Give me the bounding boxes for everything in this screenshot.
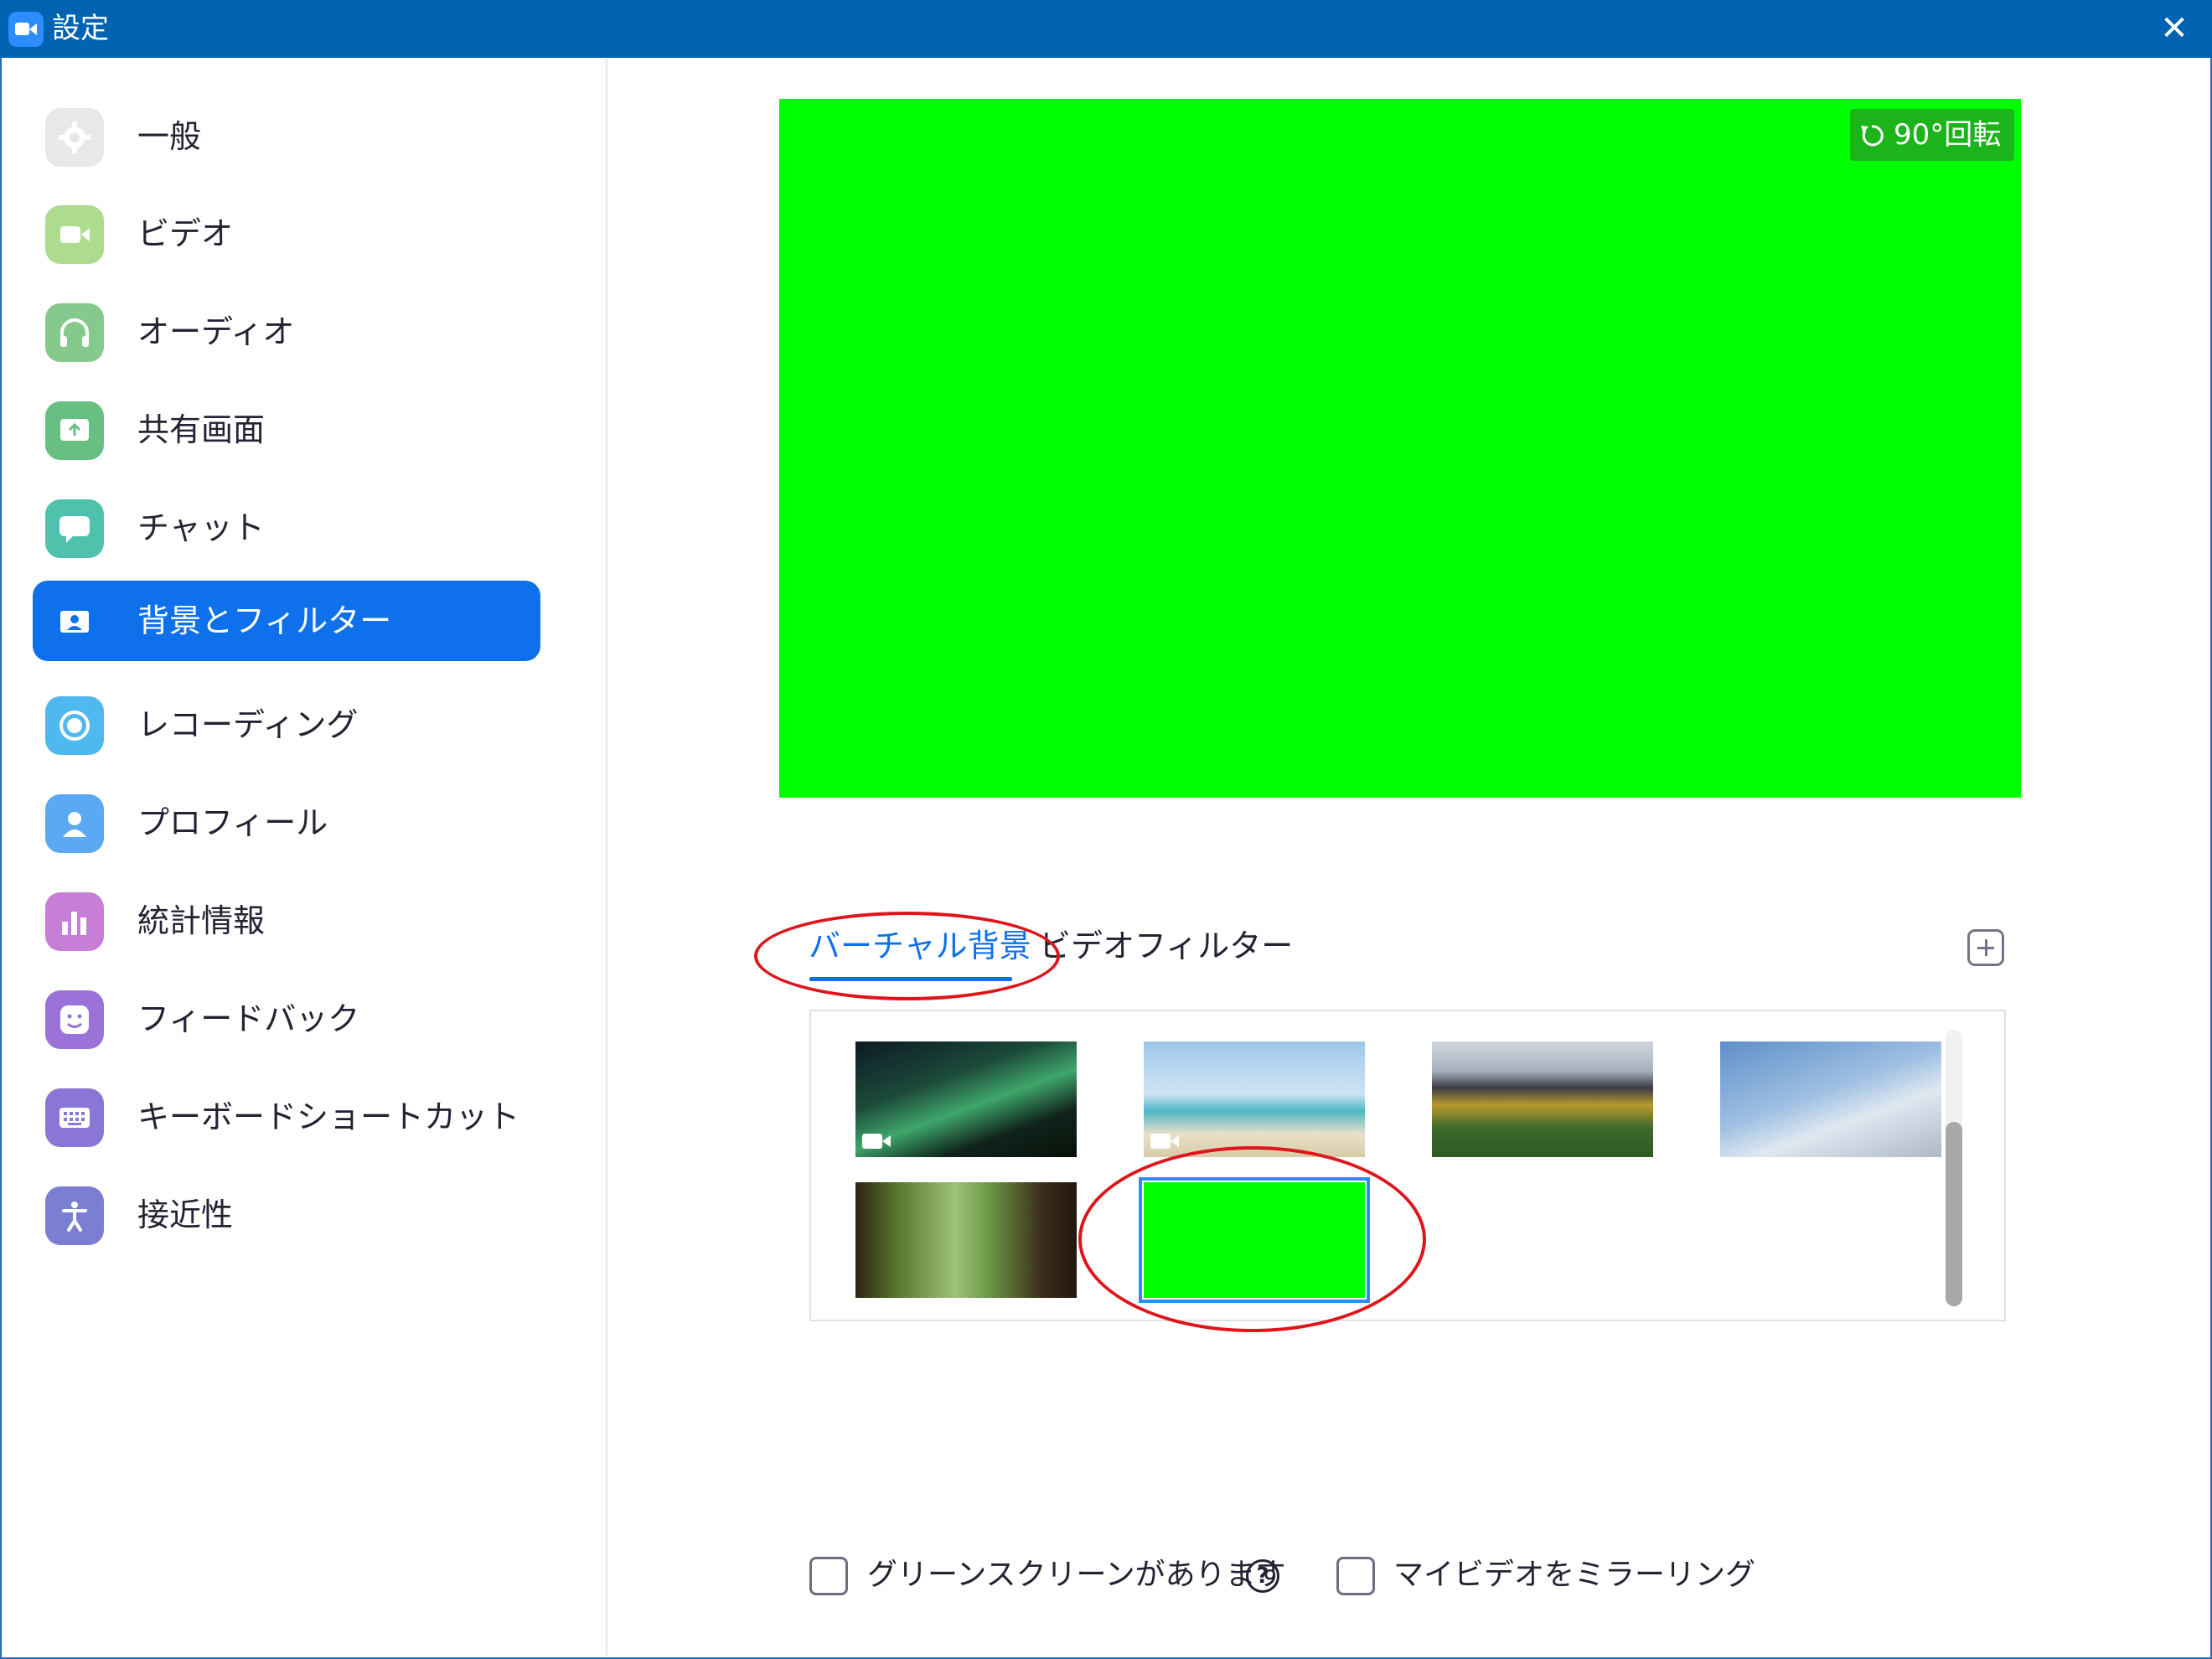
record-icon: [45, 696, 104, 755]
annotation-ellipse-tab: [754, 912, 1060, 1000]
thumbnail-aurora[interactable]: [855, 1041, 1077, 1157]
settings-sidebar: 一般 ビデオ オーディオ 共有画面 チャット 背景とフィルター レコーディング …: [2, 58, 607, 1656]
sidebar-item-label: フィードバック: [137, 1000, 360, 1037]
video-camera-icon: [862, 1134, 891, 1149]
annotation-ellipse-thumbnail: [1078, 1146, 1426, 1332]
background-person-icon: [45, 592, 104, 651]
video-camera-icon: [45, 205, 104, 264]
keyboard-icon: [45, 1088, 104, 1147]
sidebar-item-recording[interactable]: レコーディング: [33, 685, 540, 765]
thumbnail-forest[interactable]: [855, 1182, 1077, 1298]
sidebar-item-label: 背景とフィルター: [137, 602, 392, 639]
sidebar-item-audio[interactable]: オーディオ: [33, 292, 540, 372]
sidebar-item-chat[interactable]: チャット: [33, 488, 540, 568]
scrollbar-thumb[interactable]: [1946, 1122, 1962, 1306]
green-screen-label: グリーンスクリーンがあります: [867, 1558, 1286, 1592]
rotate-90-button[interactable]: 90°回転: [1850, 109, 2014, 161]
close-button[interactable]: ✕: [2153, 7, 2195, 50]
sidebar-item-label: 接近性: [137, 1196, 234, 1233]
rotate-label: 90°回転: [1894, 118, 2002, 152]
smiley-icon: [45, 990, 104, 1049]
gear-icon: [45, 108, 104, 167]
zoom-app-icon: [8, 12, 44, 47]
bar-chart-icon: [45, 892, 104, 951]
sidebar-item-video[interactable]: ビデオ: [33, 194, 540, 274]
sidebar-item-profile[interactable]: プロフィール: [33, 783, 540, 863]
share-screen-icon: [45, 401, 104, 460]
mirror-video-checkbox[interactable]: [1336, 1557, 1375, 1595]
sidebar-item-statistics[interactable]: 統計情報: [33, 881, 540, 961]
sidebar-item-feedback[interactable]: フィードバック: [33, 979, 540, 1059]
window-title: 設定: [52, 12, 109, 45]
sidebar-item-share-screen[interactable]: 共有画面: [33, 390, 540, 470]
sidebar-item-accessibility[interactable]: 接近性: [33, 1175, 540, 1255]
sidebar-item-label: 共有画面: [137, 411, 266, 448]
sidebar-item-label: オーディオ: [137, 313, 295, 350]
sidebar-item-label: ビデオ: [137, 215, 234, 252]
chat-bubble-icon: [45, 499, 104, 558]
video-camera-icon: [1150, 1134, 1179, 1149]
sidebar-item-label: チャット: [137, 509, 265, 546]
sidebar-item-label: 一般: [137, 118, 202, 155]
sidebar-item-keyboard-shortcuts[interactable]: キーボードショートカット: [33, 1077, 540, 1157]
rotate-icon: [1861, 125, 1884, 147]
accessibility-icon: [45, 1186, 104, 1245]
title-bar: 設定 ✕: [0, 0, 2212, 58]
thumbnail-stadium[interactable]: [1432, 1041, 1653, 1157]
sidebar-item-label: プロフィール: [137, 804, 328, 841]
thumbnail-beach[interactable]: [1144, 1041, 1365, 1157]
add-background-button[interactable]: [1967, 929, 2004, 966]
video-preview: 90°回転: [779, 99, 2021, 798]
sidebar-item-label: キーボードショートカット: [137, 1098, 520, 1135]
sidebar-item-label: 統計情報: [137, 902, 266, 939]
headphones-icon: [45, 303, 104, 362]
green-screen-checkbox[interactable]: [809, 1557, 848, 1595]
help-icon[interactable]: ?: [1246, 1559, 1279, 1593]
sidebar-item-background-filter[interactable]: 背景とフィルター: [33, 581, 540, 661]
mirror-video-label: マイビデオをミラーリング: [1393, 1558, 1756, 1592]
tab-video-filter[interactable]: ビデオフィルター: [1039, 926, 1293, 966]
gallery-scrollbar[interactable]: [1946, 1030, 1962, 1306]
thumbnail-airplane-wing[interactable]: [1720, 1041, 1941, 1157]
sidebar-item-general[interactable]: 一般: [33, 96, 540, 177]
profile-icon: [45, 794, 104, 853]
sidebar-item-label: レコーディング: [137, 706, 359, 743]
